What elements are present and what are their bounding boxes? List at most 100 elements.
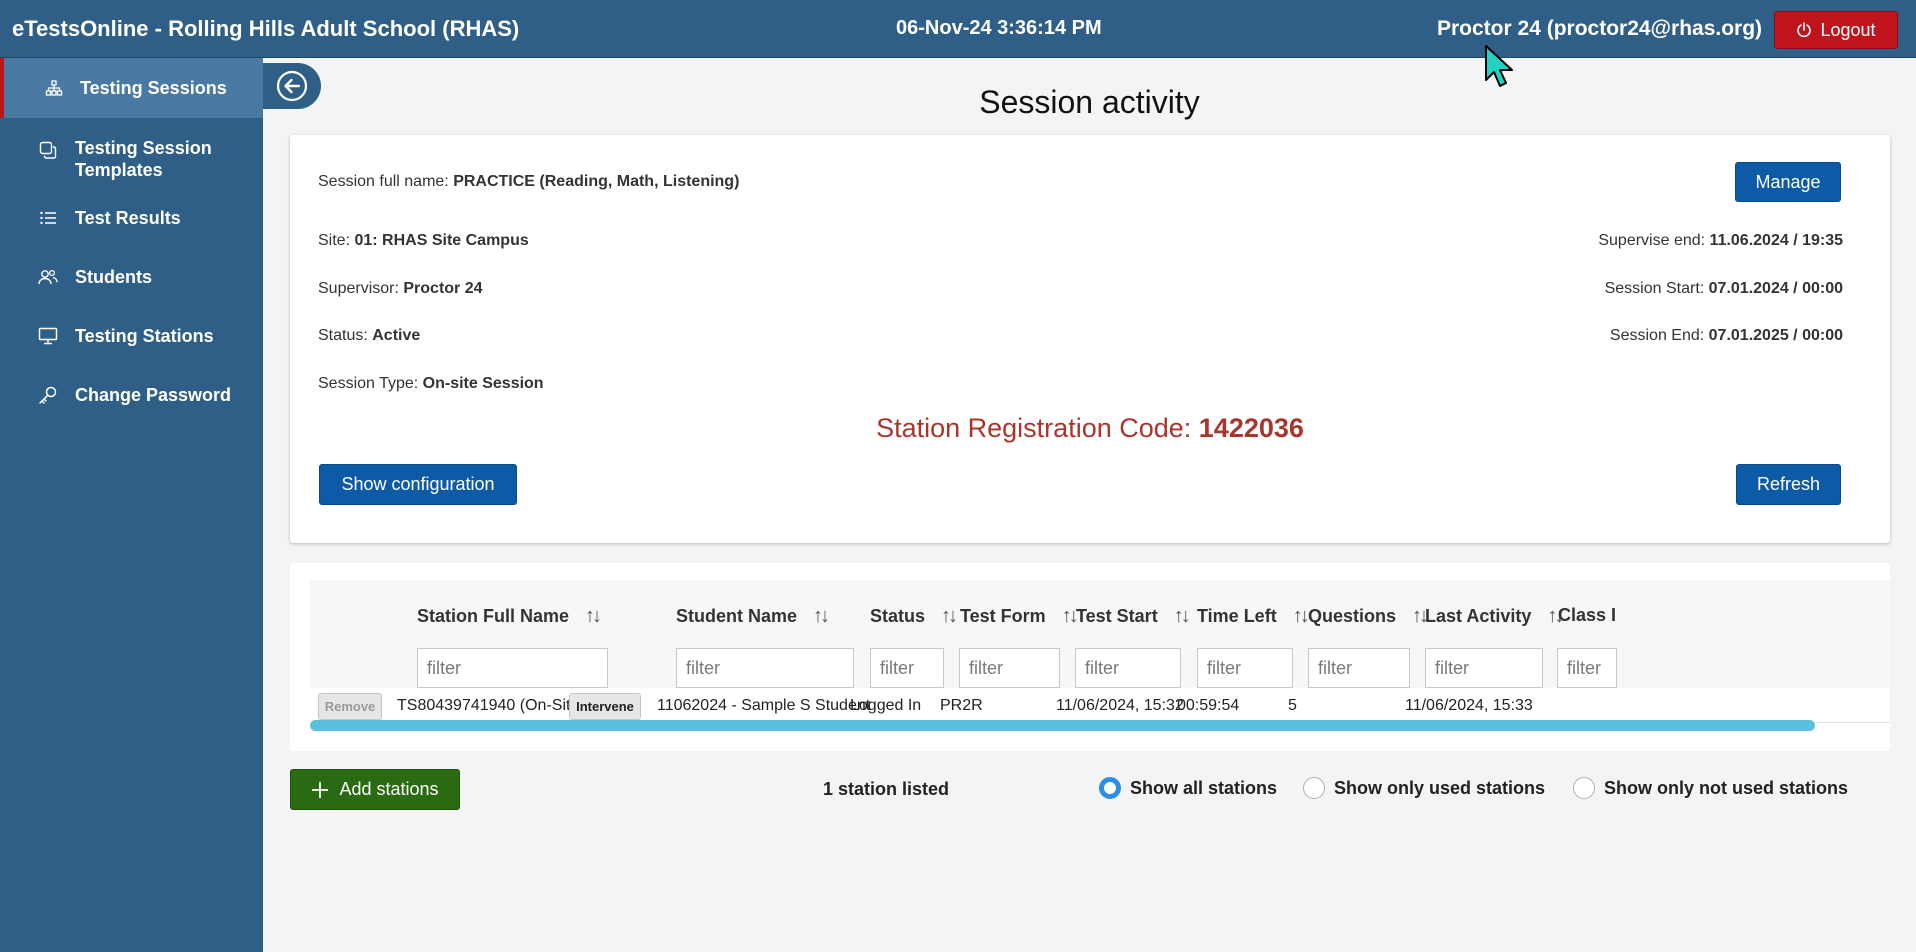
radio-button-selected[interactable] — [1099, 777, 1121, 799]
sidebar-item-testing-stations[interactable]: Testing Stations — [0, 316, 263, 356]
session-start-label: Session Start: — [1604, 280, 1709, 297]
supervise-end: Supervise end: 11.06.2024 / 19:35 — [1598, 232, 1843, 250]
session-start-value: 07.01.2024 / 00:00 — [1708, 280, 1843, 297]
station-registration-code: Station Registration Code: 1422036 — [290, 413, 1890, 444]
sidebar-item-testing-sessions[interactable]: Testing Sessions — [0, 58, 263, 118]
column-header-time-left[interactable]: Time Left ↑↓ — [1197, 605, 1310, 628]
sidebar-item-label: Students — [75, 267, 153, 287]
intervene-button[interactable]: Intervene — [569, 693, 641, 720]
session-end-value: 07.01.2025 / 00:00 — [1708, 327, 1843, 344]
sidebar: Testing Sessions Testing Session Templat… — [0, 58, 263, 952]
column-title: Last Activity — [1425, 606, 1532, 626]
station-count: 1 station listed — [823, 779, 950, 799]
site-label: Site: — [318, 232, 355, 249]
session-start: Session Start: 07.01.2024 / 00:00 — [1605, 280, 1843, 298]
column-title: Student Name — [676, 606, 798, 626]
radio-button[interactable] — [1573, 777, 1595, 799]
column-title: Questions — [1308, 606, 1397, 626]
sidebar-item-testing-session-templates[interactable]: Testing Session Templates — [0, 128, 263, 190]
status-cell: Logged In — [850, 697, 922, 714]
filter-class[interactable] — [1557, 648, 1617, 688]
refresh-button[interactable]: Refresh — [1736, 464, 1841, 505]
sidebar-item-students[interactable]: Students — [0, 257, 263, 297]
registration-code-label: Station Registration Code: — [876, 413, 1199, 443]
show-configuration-button[interactable]: Show configuration — [319, 464, 517, 505]
current-datetime: 06-Nov-24 3:36:14 PM — [896, 17, 1102, 39]
session-type: Session Type: On-site Session — [318, 375, 544, 393]
filter-time-left[interactable] — [1197, 648, 1293, 688]
supervisor-value: Proctor 24 — [403, 280, 483, 297]
questions-cell: 5 — [1288, 697, 1297, 714]
sidebar-item-test-results[interactable]: Test Results — [0, 198, 263, 238]
sidebar-item-label: Testing Sessions — [80, 78, 227, 98]
sitemap-icon — [44, 78, 64, 98]
sidebar-item-change-password[interactable]: Change Password — [0, 375, 263, 415]
logout-label: Logout — [1820, 19, 1876, 40]
session-site: Site: 01: RHAS Site Campus — [318, 232, 529, 250]
manage-button[interactable]: Manage — [1735, 162, 1841, 202]
sort-icon[interactable]: ↑↓ — [1412, 605, 1429, 628]
sort-icon[interactable]: ↑↓ — [813, 605, 830, 628]
radio-show-all-stations[interactable]: Show all stations — [1099, 777, 1277, 799]
session-details-card: Session full name: PRACTICE (Reading, Ma… — [290, 135, 1890, 543]
supervisor-label: Supervisor: — [318, 280, 404, 297]
filter-questions[interactable] — [1308, 648, 1410, 688]
filter-status[interactable] — [870, 648, 944, 688]
last-activity-cell: 11/06/2024, 15:33 — [1405, 697, 1533, 714]
sidebar-item-label: Testing Stations — [75, 326, 214, 346]
radio-show-only-not-used-stations[interactable]: Show only not used stations — [1573, 777, 1848, 799]
column-title: Class I — [1558, 605, 1617, 625]
remove-station-button[interactable]: Remove — [318, 693, 382, 720]
registration-code-value: 1422036 — [1198, 413, 1304, 443]
logout-button[interactable]: Logout — [1774, 11, 1898, 49]
filter-last-activity[interactable] — [1425, 648, 1543, 688]
time-left-cell: 00:59:54 — [1177, 697, 1240, 714]
users-icon — [38, 267, 58, 287]
filter-test-start[interactable] — [1075, 648, 1181, 688]
session-status: Status: Active — [318, 327, 420, 345]
session-supervisor: Supervisor: Proctor 24 — [318, 280, 483, 298]
column-header-test-form[interactable]: Test Form ↑↓ — [960, 605, 1079, 628]
mouse-cursor-icon — [1485, 45, 1513, 87]
sort-icon[interactable]: ↑↓ — [1293, 605, 1310, 628]
current-user: Proctor 24 (proctor24@rhas.org) — [1437, 17, 1763, 40]
sort-icon[interactable]: ↑↓ — [1174, 605, 1191, 628]
stations-table: Station Full Name ↑↓ Student Name ↑↓ Statu… — [290, 563, 1890, 751]
monitor-icon — [38, 326, 58, 346]
add-stations-label: Add stations — [339, 779, 439, 799]
power-icon — [1797, 22, 1812, 38]
column-header-status[interactable]: Status ↑↓ — [870, 605, 958, 628]
radio-label: Show only not used stations — [1604, 777, 1849, 798]
column-header-last-activity[interactable]: Last Activity ↑↓ — [1425, 605, 1564, 628]
plus-icon — [312, 781, 329, 798]
sidebar-item-label: Test Results — [75, 208, 181, 228]
filter-test-form[interactable] — [959, 648, 1060, 688]
filter-station-full-name[interactable] — [417, 648, 608, 688]
session-type-value: On-site Session — [422, 375, 544, 392]
status-value: Active — [372, 327, 421, 344]
column-title: Test Form — [960, 606, 1046, 626]
column-header-test-start[interactable]: Test Start ↑↓ — [1076, 605, 1191, 628]
sort-icon[interactable]: ↑↓ — [585, 605, 602, 628]
add-stations-button[interactable]: Add stations — [290, 769, 460, 810]
filter-student-name[interactable] — [676, 648, 854, 688]
column-header-questions[interactable]: Questions ↑↓ — [1308, 605, 1429, 628]
column-title: Time Left — [1197, 606, 1277, 626]
supervise-end-value: 11.06.2024 / 19:35 — [1709, 232, 1843, 249]
column-header-student-name[interactable]: Student Name ↑↓ — [676, 605, 830, 628]
session-full-name-value: PRACTICE (Reading, Math, Listening) — [453, 173, 740, 190]
horizontal-scrollbar[interactable] — [310, 720, 1815, 731]
sort-icon[interactable]: ↑↓ — [941, 605, 958, 628]
column-header-station-full-name[interactable]: Station Full Name ↑↓ — [417, 605, 602, 628]
radio-button[interactable] — [1303, 777, 1325, 799]
radio-show-only-used-stations[interactable]: Show only used stations — [1303, 777, 1545, 799]
sort-icon[interactable]: ↑↓ — [1062, 605, 1079, 628]
list-icon — [38, 208, 58, 228]
radio-label: Show all stations — [1130, 777, 1278, 798]
column-header-class[interactable]: Class I — [1558, 605, 1616, 626]
app-title: eTestsOnline - Rolling Hills Adult Schoo… — [12, 16, 520, 41]
top-bar: eTestsOnline - Rolling Hills Adult Schoo… — [0, 0, 1916, 58]
table-header: Station Full Name ↑↓ Student Name ↑↓ Statu… — [310, 580, 1890, 688]
sidebar-item-label: Testing Session Templates — [75, 138, 212, 180]
table-row: Remove TS80439741940 (On-Site) Intervene… — [310, 689, 1890, 723]
